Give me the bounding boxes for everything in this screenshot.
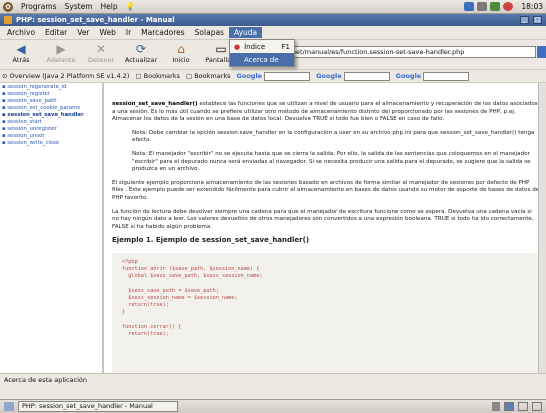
bottom-panel: PHP: session_set_save_handler - Manual: [0, 399, 546, 413]
google-search-3[interactable]: Google: [395, 71, 470, 81]
top-panel: ✿ Programs System Help 💡 18:03: [0, 0, 546, 14]
back-arrow-icon: ◀: [16, 42, 26, 56]
paragraph-2: El siguiente ejemplo proporciona almacen…: [112, 179, 540, 201]
stop-button[interactable]: ✕ Detener: [82, 42, 120, 64]
taskbar-item-browser[interactable]: PHP: session_set_save_handler - Manual: [18, 401, 178, 412]
intro-paragraph: session_set_save_handler() establece las…: [112, 101, 540, 124]
stop-label: Detener: [87, 56, 115, 64]
system-tray: [464, 2, 514, 11]
google-search-1[interactable]: Google: [236, 71, 311, 81]
google-logo: Google: [316, 72, 342, 80]
home-button[interactable]: ⌂ Inicio: [162, 42, 200, 64]
show-desktop-icon[interactable]: [4, 402, 14, 411]
back-label: Atrás: [12, 56, 30, 64]
sidebar-link[interactable]: ▪ session_start: [2, 119, 100, 126]
google-search-2[interactable]: Google: [316, 71, 390, 81]
reload-button[interactable]: ⟳ Actualizar: [122, 42, 160, 64]
url-input[interactable]: s.php.net/manual/es/function.session-set…: [268, 46, 536, 58]
help-icon: ●: [234, 42, 241, 51]
clock-icon[interactable]: [503, 2, 514, 11]
sidebar-link[interactable]: ▪ session_set_cookie_params: [2, 105, 100, 112]
note-2: Nota: El manejador "escribir" no se ejec…: [132, 150, 531, 173]
panel-menu-system[interactable]: System: [65, 2, 93, 11]
menu-ver[interactable]: Ver: [72, 27, 94, 38]
article-body: session_set_save_handler() establece las…: [104, 83, 546, 373]
gnome-foot-icon[interactable]: ✿: [3, 1, 13, 12]
google-search-field-2[interactable]: [343, 71, 390, 81]
bookmarks-toolbar: ⊙ Overview (Java 2 Platform SE v1.4.2) ▢…: [0, 70, 546, 83]
workspace-2[interactable]: [518, 402, 528, 411]
menu-item-acerca-de[interactable]: Acerca de: [230, 53, 294, 66]
forward-button[interactable]: ▶ Adelante: [42, 42, 80, 64]
menu-marcadores[interactable]: Marcadores: [136, 27, 190, 38]
window-icon: [4, 16, 12, 24]
volume-icon[interactable]: [477, 2, 488, 11]
home-icon: ⌂: [177, 42, 185, 56]
home-label: Inicio: [172, 56, 190, 64]
back-button[interactable]: ◀ Atrás: [2, 42, 40, 64]
help-dropdown-menu: ● Índice F1 Acerca de: [229, 39, 295, 67]
reload-icon: ⟳: [135, 42, 147, 56]
go-button[interactable]: [537, 46, 546, 58]
menu-solapas[interactable]: Solapas: [190, 27, 229, 38]
bookmark-folder-1-label: Bookmarks: [143, 72, 180, 80]
code-example: <?php function abrir ($save_path, $sessi…: [112, 252, 540, 373]
google-search-field-3[interactable]: [423, 71, 470, 81]
panel-clock[interactable]: 18:03: [521, 2, 543, 11]
function-name: session_set_save_handler(): [112, 101, 198, 107]
bookmark-folder-2[interactable]: ▢ Bookmarks: [186, 72, 231, 80]
google-logo: Google: [395, 72, 422, 80]
google-search-field-1[interactable]: [264, 71, 311, 81]
window-titlebar[interactable]: PHP: session_set_save_handler - Manual _…: [0, 14, 546, 26]
menu-editar[interactable]: Editar: [40, 27, 72, 38]
bookmark-icon: ⊙: [2, 72, 8, 80]
window-title: PHP: session_set_save_handler - Manual: [16, 16, 175, 24]
sidebar-link[interactable]: ▪ session_unset: [2, 133, 100, 140]
sidebar-link[interactable]: ▪ session_unregister: [2, 126, 100, 133]
maximize-button[interactable]: □: [533, 16, 542, 24]
bookmark-overview-label: Overview (Java 2 Platform SE v1.4.2): [9, 72, 130, 80]
menu-item-indice-label: Índice: [244, 42, 266, 51]
status-bar: Acerca de esta aplicación: [0, 373, 546, 385]
menu-item-acerca-de-label: Acerca de: [244, 55, 279, 64]
vertical-scrollbar[interactable]: [538, 83, 546, 373]
trash-icon[interactable]: [492, 402, 500, 411]
note-1: Nota: Debe cambiar la opción session.sav…: [132, 129, 535, 144]
paragraph-3: La función de lectura debe devolver siem…: [112, 208, 534, 230]
menu-item-indice[interactable]: ● Índice F1: [230, 40, 294, 53]
sidebar-link[interactable]: ▪ session_set_save_handler: [2, 112, 100, 119]
forward-label: Adelante: [46, 56, 76, 64]
update-icon[interactable]: [490, 2, 501, 11]
sidebar-link[interactable]: ▪ session_regenerate_id: [2, 84, 100, 91]
sidebar-link[interactable]: ▪ session_save_path: [2, 98, 100, 105]
menu-item-indice-shortcut: F1: [281, 42, 290, 51]
example-title: Ejemplo 1. Ejemplo de session_set_save_h…: [112, 236, 310, 245]
menu-ir[interactable]: Ir: [121, 27, 136, 38]
sidebar-link[interactable]: ▪ session_register: [2, 91, 100, 98]
sidebar-link[interactable]: ▪ session_write_close: [2, 140, 100, 147]
workspace-3[interactable]: [532, 402, 542, 411]
forward-arrow-icon: ▶: [56, 42, 66, 56]
bookmark-folder-1[interactable]: ▢ Bookmarks: [135, 72, 180, 80]
menu-archivo[interactable]: Archivo: [2, 27, 40, 38]
stop-icon: ✕: [95, 42, 107, 56]
reload-label: Actualizar: [124, 56, 158, 64]
menu-web[interactable]: Web: [95, 27, 121, 38]
menu-ayuda[interactable]: Ayuda: [228, 27, 263, 38]
function-sidebar: ▪ session_regenerate_id ▪ session_registe…: [0, 83, 104, 373]
menubar: Archivo Editar Ver Web Ir Marcadores Sol…: [0, 26, 546, 40]
workspace-1[interactable]: [504, 402, 514, 411]
minimize-button[interactable]: _: [520, 16, 529, 24]
fullscreen-icon: ▭: [215, 42, 227, 56]
lightbulb-icon[interactable]: 💡: [126, 2, 135, 11]
panel-menu-programs[interactable]: Programs: [21, 2, 57, 11]
google-logo: Google: [236, 72, 263, 80]
page-content: ▪ session_regenerate_id ▪ session_registe…: [0, 83, 546, 373]
network-icon[interactable]: [464, 2, 475, 11]
bookmark-overview[interactable]: ⊙ Overview (Java 2 Platform SE v1.4.2): [2, 72, 129, 80]
bookmark-folder-2-label: Bookmarks: [194, 72, 231, 80]
panel-menu-help[interactable]: Help: [101, 2, 118, 11]
